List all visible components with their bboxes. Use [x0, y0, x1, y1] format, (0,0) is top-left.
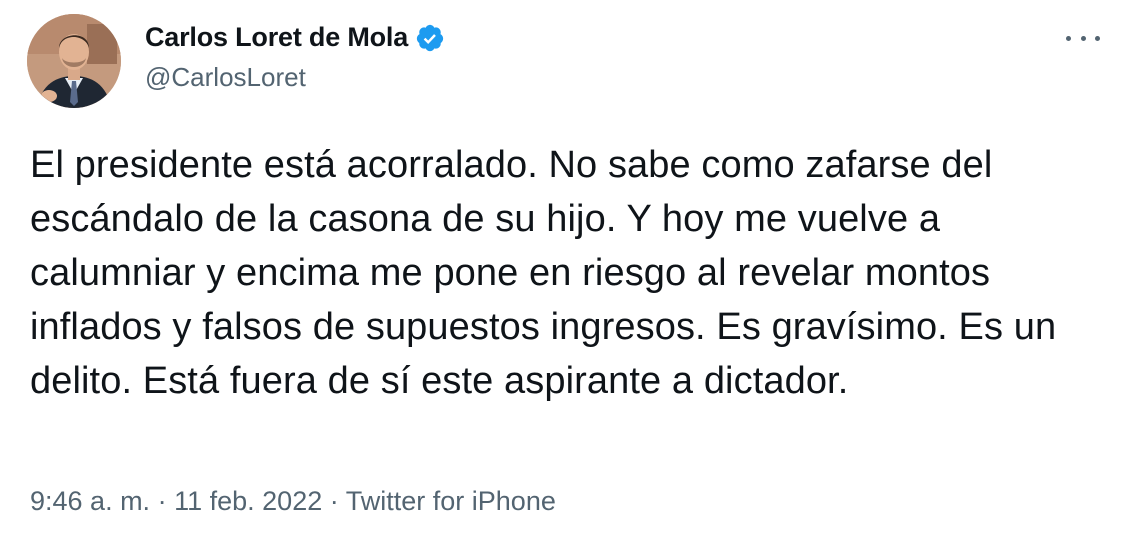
tweet-meta: 9:46 a. m. · 11 feb. 2022 · Twitter for …: [30, 486, 556, 517]
more-dot: [1080, 35, 1086, 41]
tweet-card: Carlos Loret de Mola @CarlosLoret El pre…: [0, 0, 1130, 553]
meta-separator: ·: [329, 486, 346, 516]
tweet-text: El presidente está acorralado. No sabe c…: [30, 144, 1057, 402]
tweet-time[interactable]: 9:46 a. m.: [30, 486, 150, 516]
more-dot: [1095, 35, 1100, 41]
verified-badge-icon: [415, 23, 445, 53]
meta-separator: ·: [157, 486, 175, 516]
tweet-date[interactable]: 11 feb. 2022: [174, 486, 322, 516]
author-handle[interactable]: @CarlosLoret: [145, 62, 306, 93]
more-options-icon[interactable]: [1066, 28, 1100, 48]
more-dot: [1066, 35, 1071, 41]
avatar-image: [27, 14, 121, 108]
author-name-row: Carlos Loret de Mola: [145, 22, 445, 53]
author-display-name[interactable]: Carlos Loret de Mola: [145, 22, 408, 53]
avatar[interactable]: [27, 14, 121, 108]
tweet-source[interactable]: Twitter for iPhone: [346, 486, 556, 516]
